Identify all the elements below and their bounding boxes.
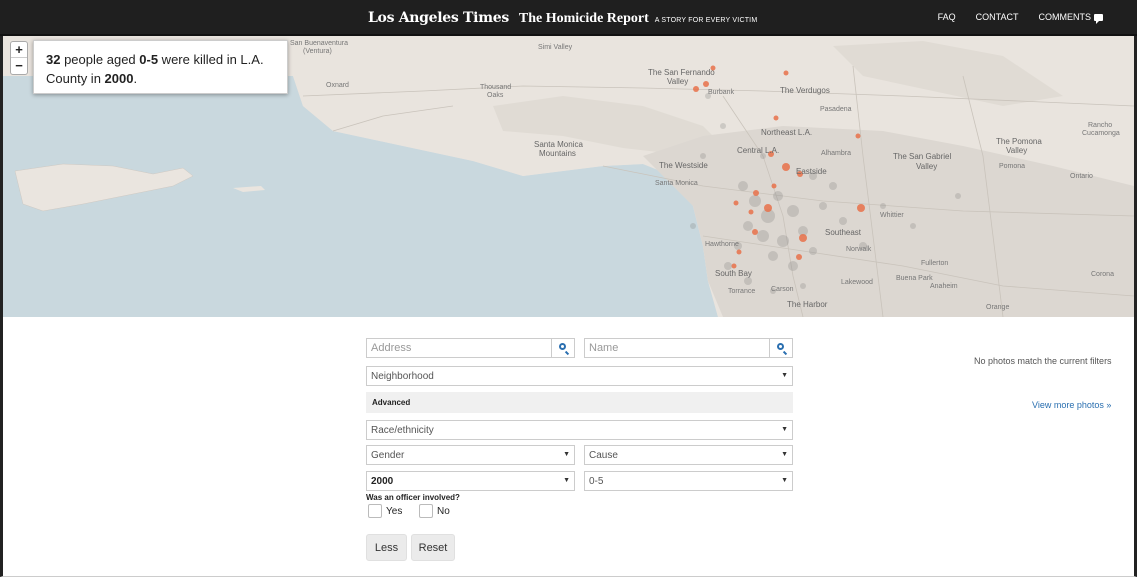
- speech-bubble-icon: [1094, 13, 1103, 24]
- map-label: Mountains: [539, 149, 576, 158]
- summary-age: 0-5: [139, 52, 159, 67]
- chevron-down-icon: ▼: [563, 451, 570, 458]
- map-label: Valley: [1006, 146, 1028, 155]
- nav-contact[interactable]: CONTACT: [976, 12, 1019, 22]
- address-search-button[interactable]: [551, 338, 575, 358]
- top-nav: FAQ CONTACT COMMENTS: [938, 12, 1137, 24]
- homicide-report-title: The Homicide Report: [518, 11, 649, 26]
- map-label: The Westside: [659, 161, 708, 170]
- top-navigation-bar: Los Angeles Times The Homicide Report A …: [0, 0, 1137, 36]
- map-label: Buena Park: [896, 275, 933, 282]
- map-label: Rancho: [1088, 122, 1113, 129]
- name-placeholder: Name: [589, 342, 619, 354]
- search-icon: [777, 343, 784, 350]
- map-label: Northeast L.A.: [761, 128, 813, 137]
- advanced-section-header[interactable]: Advanced: [366, 392, 793, 413]
- map-label: (Ventura): [303, 48, 332, 55]
- nav-comments-label: COMMENTS: [1038, 12, 1092, 22]
- brand-logo[interactable]: Los Angeles Times The Homicide Report A …: [368, 10, 757, 27]
- map-label: Anaheim: [930, 283, 958, 290]
- brand-tagline: A STORY FOR EVERY VICTIM: [654, 17, 758, 24]
- map-label: Southeast: [825, 228, 862, 237]
- gender-select[interactable]: Gender ▼: [366, 445, 575, 465]
- map-label: Carson: [771, 286, 794, 293]
- map-label: The Pomona: [996, 137, 1042, 146]
- neighborhood-select[interactable]: Neighborhood ▼: [366, 366, 793, 386]
- summary-count: 32: [46, 52, 61, 67]
- officer-no-label: No: [437, 506, 450, 517]
- map-label: Eastside: [796, 167, 827, 176]
- address-search-input[interactable]: Address: [366, 338, 575, 358]
- map-label: Ontario: [1070, 173, 1093, 180]
- chevron-down-icon: ▼: [781, 477, 788, 484]
- officer-no-checkbox[interactable]: [419, 504, 433, 518]
- chevron-down-icon: ▼: [781, 426, 788, 433]
- map-label: Central L.A.: [737, 146, 780, 155]
- map-label: Burbank: [708, 89, 735, 96]
- homicide-map[interactable]: San Buenaventura (Ventura) Simi Valley O…: [3, 36, 1134, 317]
- map-label: South Bay: [715, 269, 752, 278]
- summary-text: people aged: [60, 52, 140, 67]
- map-label: San Buenaventura: [290, 40, 348, 47]
- age-value: 0-5: [589, 476, 604, 487]
- chevron-down-icon: ▼: [781, 451, 788, 458]
- lat-logo: Los Angeles Times: [368, 10, 509, 26]
- search-icon: [559, 343, 566, 350]
- map-label: Orange: [986, 304, 1010, 311]
- map-label: Pasadena: [820, 106, 852, 113]
- chevron-down-icon: ▼: [781, 372, 788, 379]
- map-label: The Harbor: [787, 300, 828, 309]
- reset-button[interactable]: Reset: [411, 534, 455, 561]
- zoom-in-button[interactable]: +: [11, 42, 27, 58]
- map-label: Corona: [1091, 271, 1114, 278]
- race-select[interactable]: Race/ethnicity ▼: [366, 420, 793, 440]
- year-select[interactable]: 2000 ▼: [366, 471, 575, 491]
- gender-label: Gender: [371, 450, 405, 461]
- cause-select[interactable]: Cause ▼: [584, 445, 793, 465]
- name-search-button[interactable]: [769, 338, 793, 358]
- year-value: 2000: [371, 476, 394, 487]
- map-label: Norwalk: [846, 246, 872, 253]
- chevron-down-icon: ▼: [563, 477, 570, 484]
- age-select[interactable]: 0-5 ▼: [584, 471, 793, 491]
- officer-yes-label: Yes: [386, 506, 403, 517]
- neighborhood-label: Neighborhood: [371, 371, 434, 382]
- map-label: Cucamonga: [1082, 130, 1120, 137]
- nav-comments[interactable]: COMMENTS: [1038, 12, 1103, 24]
- map-label: Oxnard: [326, 82, 349, 89]
- map-label: The Verdugos: [780, 86, 830, 95]
- name-search-input[interactable]: Name: [584, 338, 793, 358]
- map-label: Alhambra: [821, 150, 851, 157]
- map-label: Hawthorne: [705, 241, 739, 248]
- map-label: Santa Monica: [655, 180, 698, 187]
- map-label: Oaks: [487, 92, 504, 99]
- officer-yes-checkbox[interactable]: [368, 504, 382, 518]
- map-label: Pomona: [999, 163, 1026, 170]
- summary-text: .: [133, 71, 138, 86]
- nav-faq[interactable]: FAQ: [938, 12, 956, 22]
- zoom-control: + −: [10, 41, 28, 75]
- map-label: Fullerton: [921, 260, 949, 267]
- map-label: Whittier: [880, 212, 904, 219]
- address-placeholder: Address: [371, 342, 412, 354]
- map-label: Valley: [667, 77, 689, 86]
- map-label: Simi Valley: [538, 44, 573, 51]
- map-label: Lakewood: [841, 279, 873, 286]
- less-button[interactable]: Less: [366, 534, 407, 561]
- map-label: The San Gabriel: [893, 152, 952, 161]
- map-label: Valley: [916, 162, 938, 171]
- map-label: Thousand: [480, 84, 512, 91]
- view-more-photos-link[interactable]: View more photos »: [1032, 400, 1111, 410]
- summary-box: 32 people aged 0-5 were killed in L.A. C…: [33, 40, 288, 94]
- zoom-out-button[interactable]: −: [11, 58, 27, 74]
- summary-year: 2000: [104, 71, 134, 86]
- no-photos-message: No photos match the current filters: [974, 356, 1112, 366]
- officer-question: Was an officer involved?: [366, 493, 460, 502]
- map-label: Santa Monica: [534, 140, 583, 149]
- cause-label: Cause: [589, 450, 618, 461]
- race-label: Race/ethnicity: [371, 425, 434, 436]
- map-label: Torrance: [728, 288, 756, 295]
- map-label: The San Fernando: [648, 68, 715, 77]
